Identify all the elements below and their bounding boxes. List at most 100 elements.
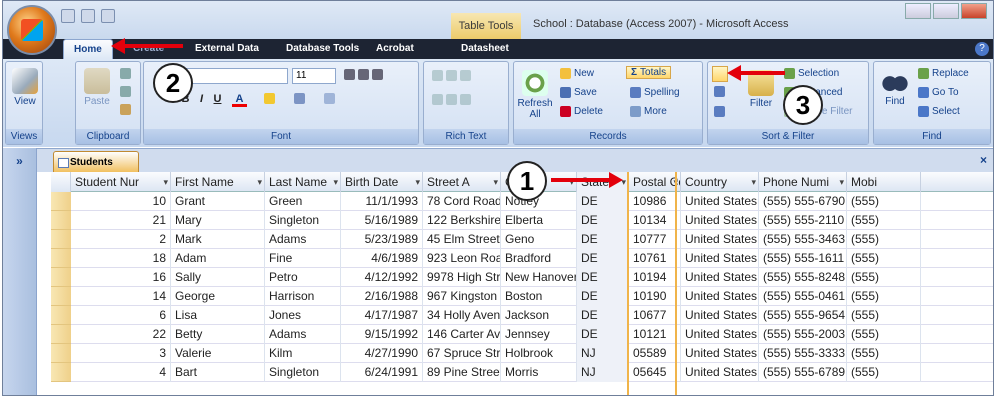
table-cell[interactable]: United States xyxy=(681,268,759,287)
table-cell[interactable]: DE xyxy=(577,192,629,211)
sort-ascending-icon[interactable] xyxy=(712,66,728,82)
column-dropdown-icon[interactable]: ▾ xyxy=(163,172,168,192)
column-dropdown-icon[interactable]: ▾ xyxy=(569,172,574,192)
table-cell[interactable]: 3 xyxy=(71,344,171,363)
table-cell[interactable]: Harrison xyxy=(265,287,341,306)
record-selector[interactable] xyxy=(51,325,71,344)
column-header[interactable]: Phone Numi ▾ xyxy=(759,172,847,192)
record-selector[interactable] xyxy=(51,268,71,287)
table-cell[interactable]: Jackson xyxy=(501,306,577,325)
table-cell[interactable]: 9/15/1992 xyxy=(341,325,423,344)
tab-datasheet[interactable]: Datasheet xyxy=(461,39,509,59)
table-cell[interactable]: 05589 xyxy=(629,344,681,363)
replace-button[interactable]: Replace xyxy=(918,68,969,79)
table-cell[interactable]: Valerie xyxy=(171,344,265,363)
table-row[interactable]: 2 Mark Adams 5/23/1989 45 Elm Street Geno DE 10… xyxy=(51,230,993,249)
goto-button[interactable]: Go To xyxy=(918,87,959,98)
table-cell[interactable]: (555) xyxy=(847,230,921,249)
table-cell[interactable]: 9978 High Stre xyxy=(423,268,501,287)
table-cell[interactable]: Kilm xyxy=(265,344,341,363)
table-cell[interactable]: Bradford xyxy=(501,249,577,268)
table-cell[interactable]: DE xyxy=(577,211,629,230)
table-row[interactable]: 6 Lisa Jones 4/17/1987 34 Holly Aven Jackson D… xyxy=(51,306,993,325)
cut-icon[interactable] xyxy=(120,68,131,79)
table-cell[interactable]: (555) xyxy=(847,363,921,382)
table-cell[interactable]: 14 xyxy=(71,287,171,306)
table-cell[interactable]: 05645 xyxy=(629,363,681,382)
record-selector[interactable] xyxy=(51,363,71,382)
table-cell[interactable]: Jennsey xyxy=(501,325,577,344)
column-header[interactable]: Birth Date ▾ xyxy=(341,172,423,192)
record-selector[interactable] xyxy=(51,344,71,363)
navigation-pane[interactable]: » xyxy=(3,148,37,395)
table-cell[interactable]: 4/12/1992 xyxy=(341,268,423,287)
tab-external-data[interactable]: External Data xyxy=(195,39,259,59)
table-cell[interactable]: (555) xyxy=(847,344,921,363)
tab-create[interactable]: Create xyxy=(133,39,164,59)
table-cell[interactable]: (555) 555-3463 xyxy=(759,230,847,249)
table-cell[interactable]: 16 xyxy=(71,268,171,287)
table-cell[interactable]: Elberta xyxy=(501,211,577,230)
table-cell[interactable]: 10677 xyxy=(629,306,681,325)
table-cell[interactable]: 4/17/1987 xyxy=(341,306,423,325)
table-cell[interactable]: Green xyxy=(265,192,341,211)
table-row[interactable]: 21 Mary Singleton 5/16/1989 122 Berkshire Elb… xyxy=(51,211,993,230)
view-button[interactable]: View xyxy=(6,66,44,107)
more-button[interactable]: More xyxy=(630,106,667,117)
table-cell[interactable]: (555) xyxy=(847,249,921,268)
font-size-field[interactable]: 11 xyxy=(292,68,336,84)
customize-qat-icon[interactable] xyxy=(101,9,115,23)
column-header[interactable]: Mobi xyxy=(847,172,921,192)
selection-button[interactable]: Selection xyxy=(784,68,839,79)
align-left-icon[interactable] xyxy=(344,69,383,80)
table-cell[interactable]: 34 Holly Aven xyxy=(423,306,501,325)
column-dropdown-icon[interactable]: ▾ xyxy=(415,172,420,192)
table-cell[interactable]: (555) xyxy=(847,287,921,306)
table-cell[interactable]: Geno xyxy=(501,230,577,249)
table-cell[interactable]: 67 Spruce Stre xyxy=(423,344,501,363)
table-cell[interactable]: 10986 xyxy=(629,192,681,211)
table-cell[interactable]: 10121 xyxy=(629,325,681,344)
table-cell[interactable]: 10777 xyxy=(629,230,681,249)
record-selector[interactable] xyxy=(51,306,71,325)
column-dropdown-icon[interactable]: ▾ xyxy=(257,172,262,192)
table-cell[interactable]: Bart xyxy=(171,363,265,382)
select-button[interactable]: Select xyxy=(918,106,960,117)
record-selector[interactable] xyxy=(51,249,71,268)
bullets-icon[interactable] xyxy=(432,94,471,105)
refresh-all-button[interactable]: Refresh All xyxy=(516,68,554,120)
new-record-button[interactable]: New xyxy=(560,68,594,79)
tab-acrobat[interactable]: Acrobat xyxy=(376,39,414,59)
table-cell[interactable]: 22 xyxy=(71,325,171,344)
fill-color-icon[interactable] xyxy=(264,93,275,104)
table-cell[interactable]: (555) 555-3333 xyxy=(759,344,847,363)
help-icon[interactable]: ? xyxy=(975,42,989,56)
table-cell[interactable]: 10190 xyxy=(629,287,681,306)
table-cell[interactable]: Mark xyxy=(171,230,265,249)
table-cell[interactable]: 21 xyxy=(71,211,171,230)
sort-descending-icon[interactable] xyxy=(714,86,725,97)
copy-icon[interactable] xyxy=(120,86,131,97)
students-tab[interactable]: Students xyxy=(53,151,139,172)
table-cell[interactable]: Adam xyxy=(171,249,265,268)
save-icon[interactable] xyxy=(61,9,75,23)
table-cell[interactable]: (555) xyxy=(847,192,921,211)
table-cell[interactable]: Grant xyxy=(171,192,265,211)
table-cell[interactable]: (555) 555-0461 xyxy=(759,287,847,306)
save-record-button[interactable]: Save xyxy=(560,87,597,98)
table-cell[interactable]: Boston xyxy=(501,287,577,306)
column-header[interactable]: Country ▾ xyxy=(681,172,759,192)
column-dropdown-icon[interactable]: ▾ xyxy=(333,172,338,192)
delete-record-button[interactable]: Delete xyxy=(560,106,603,117)
table-cell[interactable]: 2/16/1988 xyxy=(341,287,423,306)
column-header[interactable]: Last Name ▾ xyxy=(265,172,341,192)
table-cell[interactable]: (555) xyxy=(847,325,921,344)
table-cell[interactable]: Mary xyxy=(171,211,265,230)
table-cell[interactable]: New Hanover xyxy=(501,268,577,287)
table-cell[interactable]: (555) 555-6790 xyxy=(759,192,847,211)
spelling-button[interactable]: Spelling xyxy=(630,87,680,98)
table-cell[interactable]: DE xyxy=(577,306,629,325)
table-cell[interactable]: United States xyxy=(681,325,759,344)
font-color-button[interactable]: A xyxy=(232,92,247,107)
table-cell[interactable]: 923 Leon Roac xyxy=(423,249,501,268)
